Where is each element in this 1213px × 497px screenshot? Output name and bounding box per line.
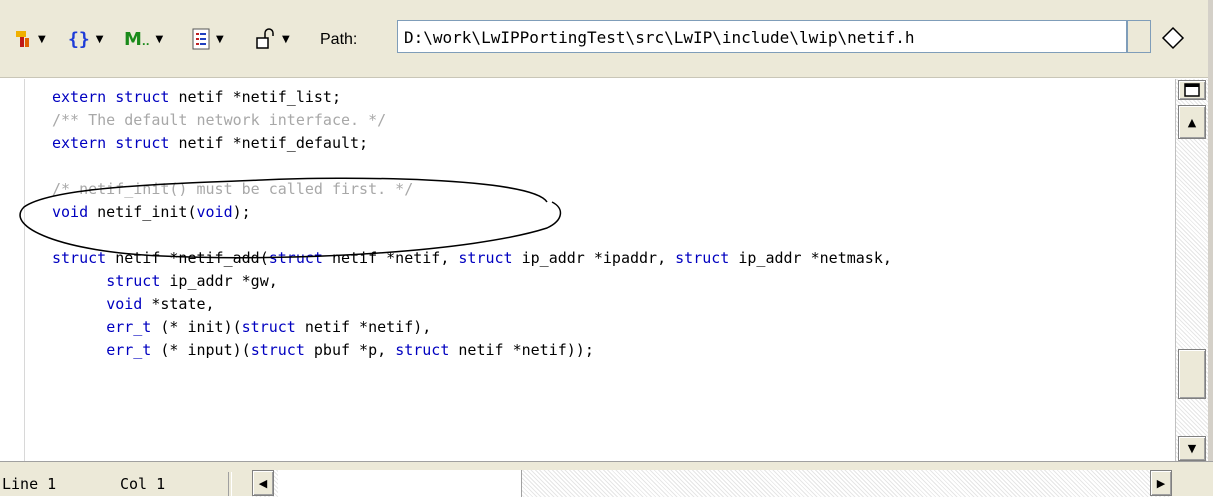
keyword-token: struct [115,134,179,152]
scroll-up-button[interactable]: ▲ [1178,105,1206,139]
code-line[interactable]: err_t (* init)(struct netif *netif), [52,316,892,339]
document-list-icon [192,28,210,50]
code-editor[interactable]: extern struct netif *netif_list; /** The … [0,79,1175,461]
code-token: netif *netif)); [458,341,594,359]
scroll-left-button[interactable]: ◀ [252,470,274,496]
arrow-left-icon: ◀ [258,476,268,490]
chevron-down-icon[interactable]: ▼ [216,34,224,45]
code-line[interactable]: extern struct netif *netif_default; [52,132,892,155]
code-token: pbuf *p, [313,341,396,359]
code-line[interactable]: err_t (* input)(struct pbuf *p, struct n… [52,339,892,362]
arrow-up-icon: ▲ [1187,115,1197,129]
column-indicator: Col 1 [120,475,166,493]
chevron-down-icon[interactable]: ▼ [156,34,164,45]
comment-token: /** The default network interface. */ [52,111,387,129]
arrow-right-icon: ▶ [1156,476,1166,490]
chevron-down-icon[interactable]: ▼ [282,34,290,45]
code-line[interactable]: /** The default network interface. */ [52,109,892,132]
code-line[interactable]: struct ip_addr *gw, [52,270,892,293]
horizontal-scroll-thumb[interactable] [278,470,522,497]
window-icon [1184,83,1200,97]
navigate-button[interactable] [1155,24,1191,52]
vertical-scrollbar[interactable]: ▲ ▼ [1175,79,1208,461]
status-separator [228,472,232,496]
code-token: netif *netif_list; [178,88,341,106]
code-token: netif *netif), [304,318,432,336]
keyword-token: struct [241,318,305,336]
path-dropdown-button[interactable] [1127,20,1151,53]
highlight-ellipse [19,177,562,259]
scroll-thumb[interactable] [1178,349,1206,399]
scroll-right-button[interactable]: ▶ [1150,470,1172,496]
keyword-token: extern [52,134,116,152]
bookmark-m-icon: M.. [124,28,150,50]
code-token: *state, [151,295,215,313]
document-list-button[interactable]: ▼ [192,28,224,50]
keyword-token: err_t [106,318,161,336]
braces-button[interactable]: {} ▼ [68,28,103,50]
code-line[interactable]: extern struct netif *netif_list; [52,86,892,109]
keyword-token: extern [52,88,116,106]
status-bar: Line 1 Col 1 ◀ ▶ [0,461,1213,497]
keyword-token: void [106,295,152,313]
hammer-icon [16,31,29,47]
code-line[interactable]: void *state, [52,293,892,316]
keyword-token: struct [675,249,739,267]
keyword-token: struct [115,88,179,106]
window-edge [1208,0,1213,496]
unlock-icon [256,28,274,49]
code-token: (* input)( [160,341,251,359]
code-token: ip_addr *netmask, [738,249,892,267]
editor-margin [24,79,25,461]
line-indicator: Line 1 [2,475,57,493]
path-field[interactable]: D:\work\LwIPPortingTest\src\LwIP\include… [397,20,1127,53]
braces-icon: {} [68,28,90,50]
code-token: netif *netif_default; [178,134,369,152]
build-button[interactable]: ▼ [14,28,46,50]
chevron-down-icon[interactable]: ▼ [96,34,104,45]
keyword-token: err_t [106,341,161,359]
maximize-button[interactable] [1178,80,1206,100]
keyword-token: struct [250,341,314,359]
bookmark-button[interactable]: M.. ▼ [124,28,163,50]
path-label: Path: [320,31,358,48]
editor-toolbar: ▼ {} ▼ M.. ▼ ▼ ▼ Path: D:\work\LwIPPorti… [0,0,1213,78]
keyword-token: struct [106,272,170,290]
chevron-down-icon[interactable]: ▼ [38,34,46,45]
code-token: (* init)( [160,318,242,336]
readonly-toggle-button[interactable]: ▼ [256,28,290,50]
diamond-icon [1161,26,1185,50]
keyword-token: struct [395,341,459,359]
arrow-down-icon: ▼ [1187,442,1197,455]
scroll-down-button[interactable]: ▼ [1178,436,1206,461]
code-token: ip_addr *gw, [169,272,278,290]
